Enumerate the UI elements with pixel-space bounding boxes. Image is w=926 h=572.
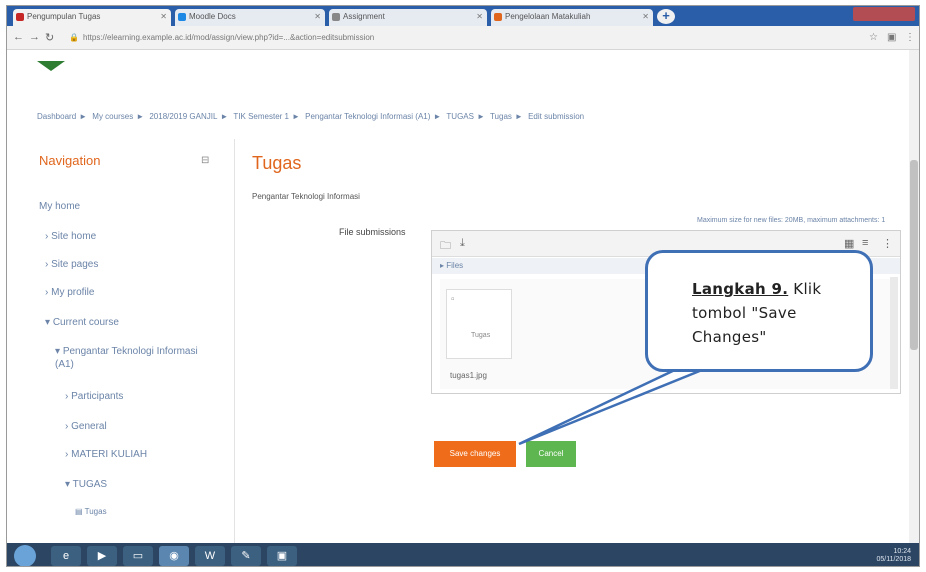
start-button[interactable] (14, 545, 36, 566)
media-icon[interactable]: ▶ (87, 546, 117, 566)
callout-step: Langkah 9. (692, 280, 789, 298)
callout-text: Langkah 9. Klik tombol "Save Changes" (692, 277, 872, 349)
system-tray-clock[interactable]: 10:24 05/11/2018 (876, 548, 911, 564)
callout-box: Langkah 9. Klik tombol "Save Changes" (645, 250, 873, 372)
folder-icon[interactable]: ▭ (123, 546, 153, 566)
chrome-icon[interactable]: ◉ (159, 546, 189, 566)
screenshot-frame: Pengumpulan Tugas ✕ Moodle Docs ✕ Assign… (6, 5, 920, 567)
taskbar: e ▶ ▭ ◉ W ✎ ▣ 10:24 05/11/2018 (7, 543, 919, 566)
word-icon[interactable]: W (195, 546, 225, 566)
callout-pointer-shape (518, 366, 708, 446)
paint-icon[interactable]: ✎ (231, 546, 261, 566)
clock-time: 10:24 (893, 548, 911, 555)
clock-date: 05/11/2018 (876, 556, 911, 563)
snipping-icon[interactable]: ▣ (267, 546, 297, 566)
ie-icon[interactable]: e (51, 546, 81, 566)
